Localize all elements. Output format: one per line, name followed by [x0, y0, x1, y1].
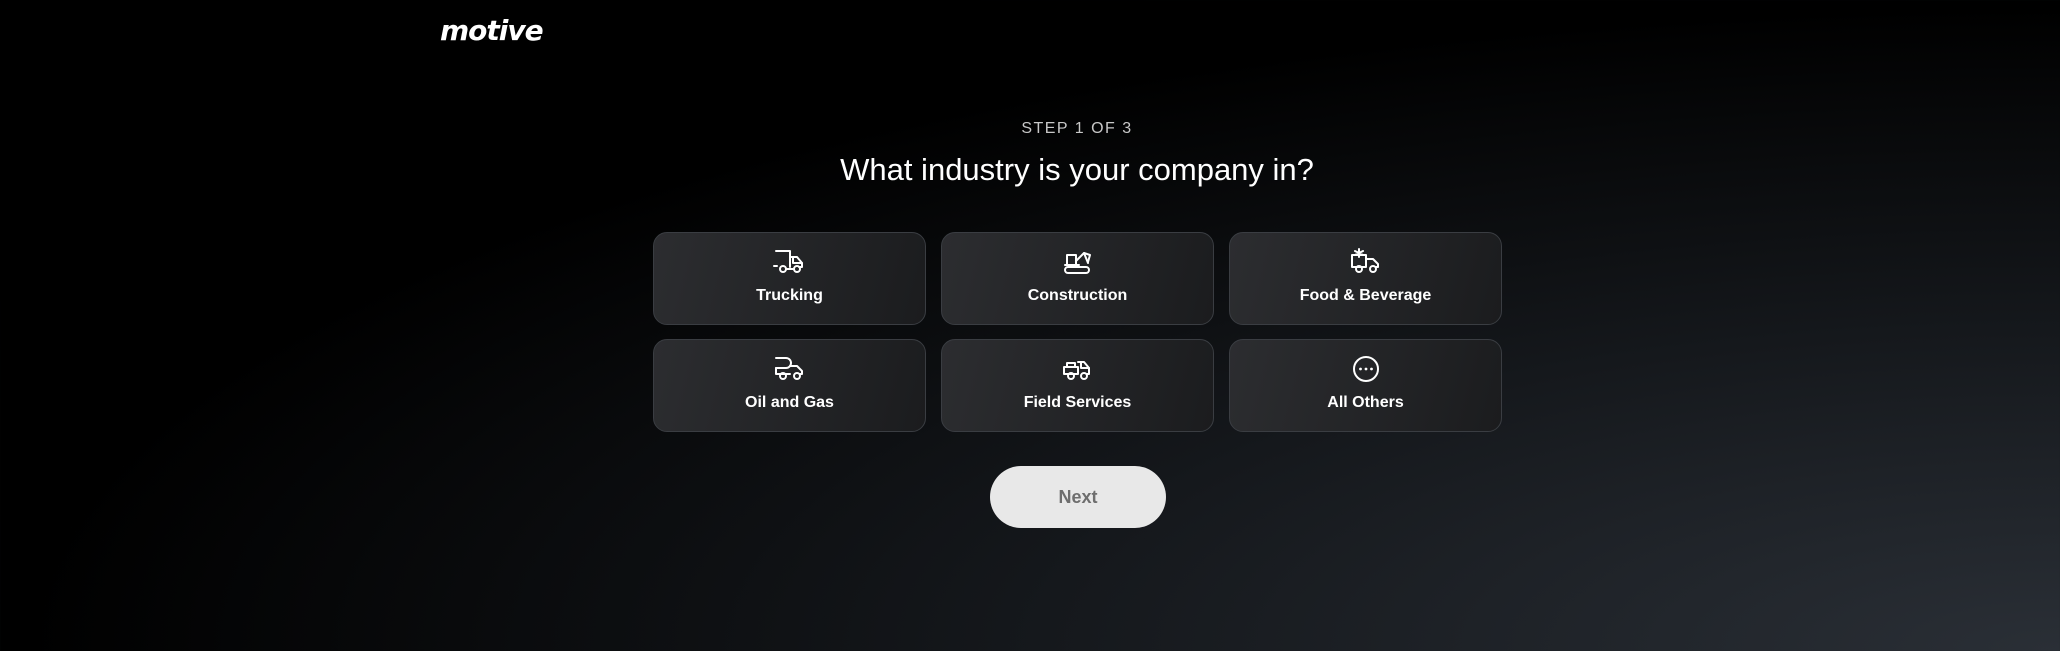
- truck-icon: [772, 250, 803, 273]
- option-label: Oil and Gas: [745, 394, 834, 411]
- option-food-beverage[interactable]: Food & Beverage: [1229, 232, 1502, 325]
- more-icon: [1352, 356, 1379, 382]
- option-all-others[interactable]: All Others: [1229, 339, 1502, 432]
- option-label: Food & Beverage: [1299, 287, 1432, 304]
- option-label: Trucking: [756, 287, 823, 304]
- step-indicator: STEP 1 OF 3: [1021, 120, 1133, 137]
- option-trucking[interactable]: Trucking: [653, 232, 926, 325]
- option-label: Field Services: [1023, 394, 1132, 411]
- page-title: What industry is your company in?: [840, 152, 1314, 187]
- option-field-services[interactable]: Field Services: [941, 339, 1214, 432]
- service-truck-icon: [1062, 361, 1090, 380]
- motive-logo[interactable]: motive: [440, 14, 544, 47]
- next-button[interactable]: Next: [990, 466, 1166, 528]
- option-label: Construction: [1027, 287, 1128, 304]
- tanker-truck-icon: [774, 357, 803, 380]
- industry-options: Trucking Construction Food & Beverage Oi…: [653, 232, 1502, 432]
- option-construction[interactable]: Construction: [941, 232, 1214, 325]
- refrigerated-truck-icon: [1350, 248, 1379, 273]
- excavator-icon: [1063, 252, 1091, 274]
- option-label: All Others: [1327, 394, 1404, 411]
- option-oil-and-gas[interactable]: Oil and Gas: [653, 339, 926, 432]
